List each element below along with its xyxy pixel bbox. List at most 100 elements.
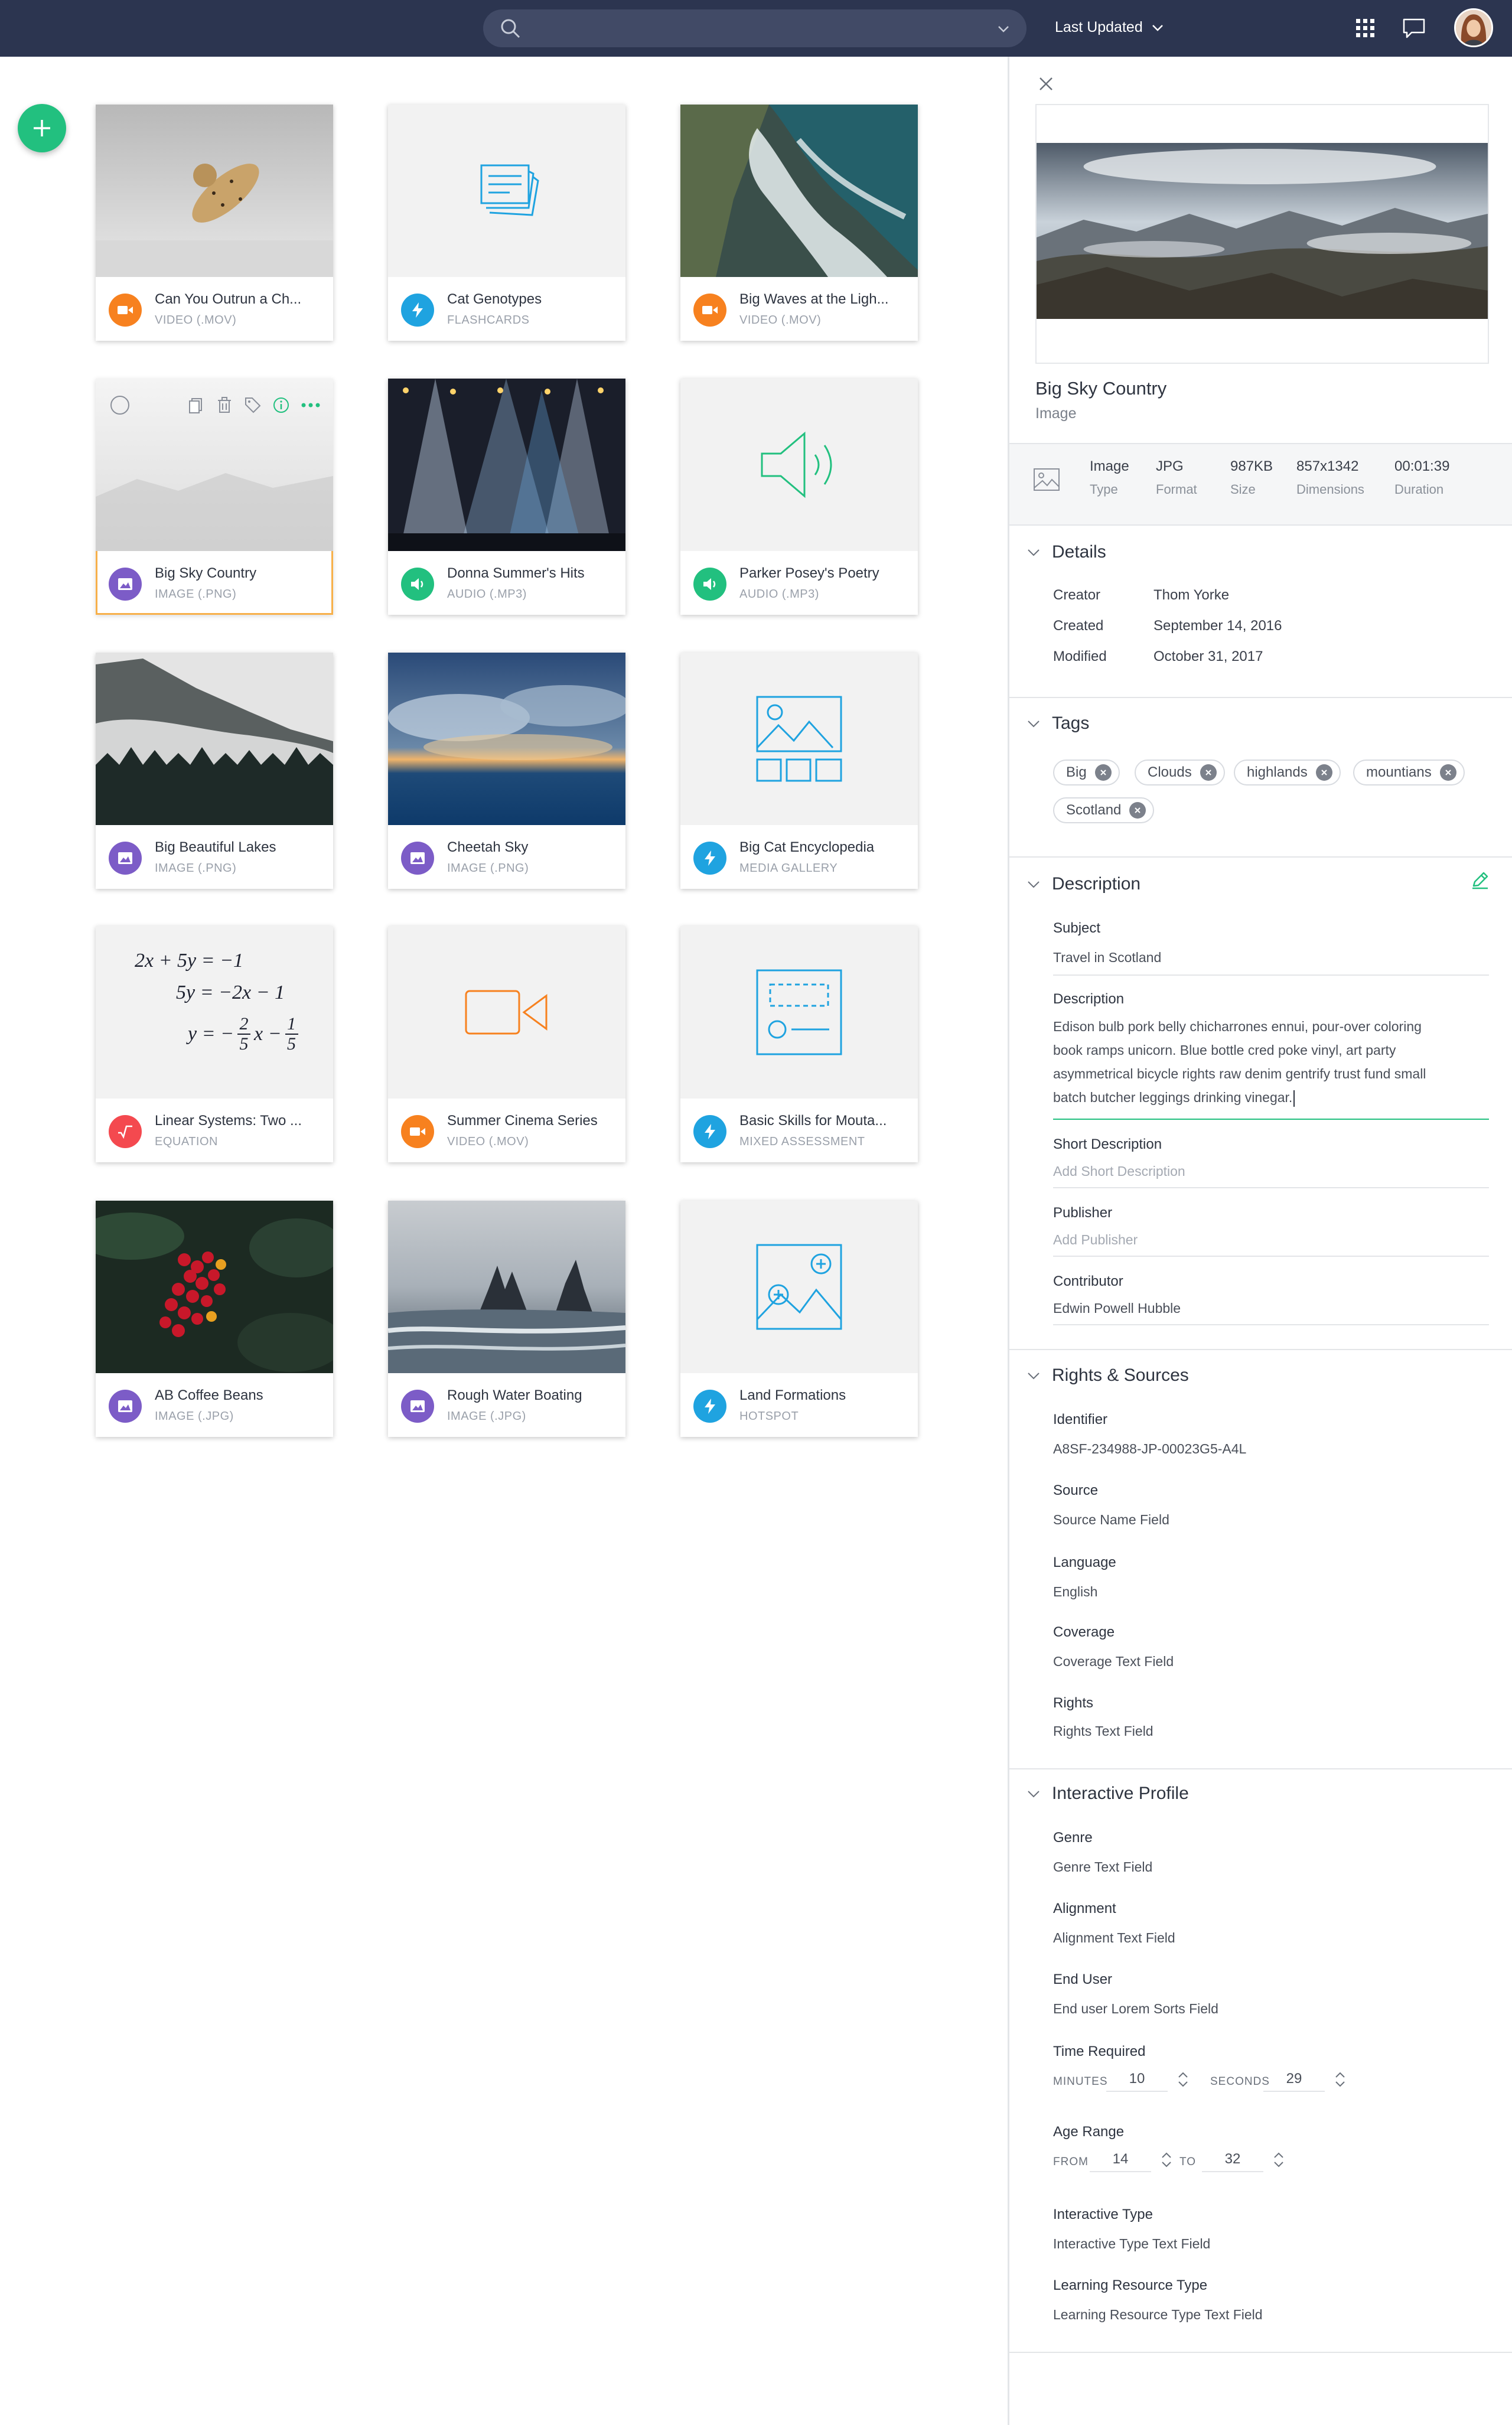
alignment-field[interactable]: Alignment Text Field [1053, 1930, 1175, 1946]
asset-card[interactable]: Rough Water Boating IMAGE (.JPG) [388, 1201, 625, 1437]
field-label: Age Range [1053, 2124, 1125, 2140]
close-icon[interactable] [1035, 73, 1057, 94]
card-title: Can You Outrun a Ch... [155, 291, 302, 307]
card-title: Cheetah Sky [447, 839, 529, 855]
equation-mid: x − [253, 1023, 282, 1045]
chat-icon[interactable] [1402, 18, 1426, 39]
remove-tag-icon[interactable] [1200, 764, 1217, 781]
field-label: Publisher [1053, 1205, 1113, 1221]
section-description-header[interactable]: Description [1026, 874, 1140, 894]
equation-line-2: 5y = −2x − 1 [176, 982, 285, 1003]
asset-card[interactable]: AB Coffee Beans IMAGE (.JPG) [96, 1201, 333, 1437]
apps-grid-icon[interactable] [1355, 18, 1376, 39]
equation-line-1: 2x + 5y = −1 [135, 950, 244, 972]
short-description-field[interactable]: Add Short Description [1053, 1163, 1185, 1179]
rights-field[interactable]: Rights Text Field [1053, 1723, 1153, 1739]
coverage-field[interactable]: Coverage Text Field [1053, 1654, 1174, 1670]
seconds-input[interactable]: 29 [1263, 2068, 1325, 2092]
stepper-icon[interactable] [1272, 2150, 1286, 2170]
asset-card[interactable]: Big Beautiful Lakes IMAGE (.PNG) [96, 653, 333, 889]
tag-chip[interactable]: Clouds [1135, 760, 1225, 785]
select-radio[interactable] [110, 396, 129, 415]
remove-tag-icon[interactable] [1439, 764, 1456, 781]
tag-chip[interactable]: Big [1053, 760, 1120, 785]
more-icon[interactable] [301, 396, 321, 414]
asset-card[interactable]: Can You Outrun a Ch... VIDEO (.MOV) [96, 105, 333, 341]
asset-card-selected[interactable]: Big Sky Country IMAGE (.PNG) [96, 379, 333, 615]
stepper-icon[interactable] [1333, 2069, 1347, 2090]
card-thumbnail [388, 653, 625, 825]
stepper-icon[interactable] [1176, 2069, 1190, 2090]
fraction-denominator: 5 [287, 1034, 296, 1054]
card-title: Big Cat Encyclopedia [739, 839, 875, 855]
source-field[interactable]: Source Name Field [1053, 1512, 1169, 1528]
interactive-badge-icon [401, 294, 434, 327]
audio-badge-icon [401, 568, 434, 601]
speaker-icon [761, 431, 832, 498]
asset-card[interactable]: Summer Cinema Series VIDEO (.MOV) [388, 926, 625, 1162]
learning-resource-type-field[interactable]: Learning Resource Type Text Field [1053, 2307, 1263, 2323]
remove-tag-icon[interactable] [1315, 764, 1332, 781]
remove-tag-icon[interactable] [1094, 764, 1112, 781]
card-title: Big Beautiful Lakes [155, 839, 276, 855]
card-subtitle: IMAGE (.PNG) [447, 862, 529, 875]
asset-card[interactable]: Land Formations HOTSPOT [680, 1201, 918, 1437]
copy-icon[interactable] [187, 396, 205, 414]
asset-card[interactable]: Big Cat Encyclopedia MEDIA GALLERY [680, 653, 918, 889]
fraction-denominator: 5 [239, 1034, 249, 1054]
tag-chip[interactable]: highlands [1234, 760, 1341, 785]
card-title: Parker Posey's Poetry [739, 565, 879, 581]
interactive-type-field[interactable]: Interactive Type Text Field [1053, 2236, 1210, 2252]
trash-icon[interactable] [216, 396, 233, 414]
equation-lhs: y = − [188, 1023, 234, 1045]
image-badge-icon [109, 1390, 142, 1423]
section-title: Interactive Profile [1052, 1784, 1189, 1803]
publisher-field[interactable]: Add Publisher [1053, 1232, 1138, 1248]
contributor-field[interactable]: Edwin Powell Hubble [1053, 1300, 1181, 1316]
pencil-icon[interactable] [1470, 871, 1490, 891]
meta-dimensions: 857x1342 Dimensions [1296, 458, 1364, 497]
age-to-input[interactable]: 32 [1202, 2149, 1263, 2172]
asset-card[interactable]: Parker Posey's Poetry AUDIO (.MP3) [680, 379, 918, 615]
description-textarea[interactable]: Edison bulb pork belly chicharrones ennu… [1053, 1015, 1502, 1109]
chevron-down-icon[interactable] [997, 22, 1010, 35]
section-tags-header[interactable]: Tags [1026, 713, 1089, 734]
age-from-input[interactable]: 14 [1090, 2149, 1151, 2172]
subject-field[interactable]: Travel in Scotland [1053, 950, 1161, 966]
asset-card[interactable]: Donna Summer's Hits AUDIO (.MP3) [388, 379, 625, 615]
card-title: Donna Summer's Hits [447, 565, 585, 581]
sort-dropdown[interactable]: Last Updated [1055, 19, 1164, 36]
field-label: Rights [1053, 1695, 1094, 1711]
search-bar[interactable] [483, 9, 1027, 47]
language-field[interactable]: English [1053, 1584, 1097, 1600]
remove-tag-icon[interactable] [1129, 802, 1146, 819]
genre-field[interactable]: Genre Text Field [1053, 1859, 1152, 1875]
section-rights-header[interactable]: Rights & Sources [1026, 1365, 1189, 1386]
avatar[interactable] [1454, 8, 1493, 47]
image-icon [1034, 468, 1060, 491]
seconds-label: SECONDS [1210, 2075, 1270, 2088]
section-profile-header[interactable]: Interactive Profile [1026, 1784, 1189, 1804]
to-label: TO [1179, 2156, 1197, 2168]
tag-icon[interactable] [244, 396, 262, 414]
image-badge-icon [109, 568, 142, 601]
section-details-header[interactable]: Details [1026, 542, 1106, 562]
minutes-input[interactable]: 10 [1106, 2068, 1168, 2092]
divider [1009, 1768, 1512, 1769]
image-badge-icon [401, 1390, 434, 1423]
asset-card[interactable]: Basic Skills for Mouta... MIXED ASSESSME… [680, 926, 918, 1162]
field-underline [1053, 1324, 1489, 1325]
end-user-field[interactable]: End user Lorem Sorts Field [1053, 2001, 1218, 2017]
add-button[interactable] [18, 104, 66, 152]
stepper-icon[interactable] [1159, 2150, 1174, 2170]
field-label: Identifier [1053, 1412, 1108, 1427]
identifier-field[interactable]: A8SF-234988-JP-00023G5-A4L [1053, 1441, 1246, 1457]
tag-chip[interactable]: Scotland [1053, 797, 1155, 823]
asset-card[interactable]: Cat Genotypes FLASHCARDS [388, 105, 625, 341]
asset-card[interactable]: 2x + 5y = −1 5y = −2x − 1 y = − 2 5 x − … [96, 926, 333, 1162]
field-label: Coverage [1053, 1624, 1115, 1640]
tag-chip[interactable]: mountians [1353, 760, 1465, 785]
asset-card[interactable]: Big Waves at the Ligh... VIDEO (.MOV) [680, 105, 918, 341]
info-icon[interactable] [272, 396, 290, 414]
asset-card[interactable]: Cheetah Sky IMAGE (.PNG) [388, 653, 625, 889]
